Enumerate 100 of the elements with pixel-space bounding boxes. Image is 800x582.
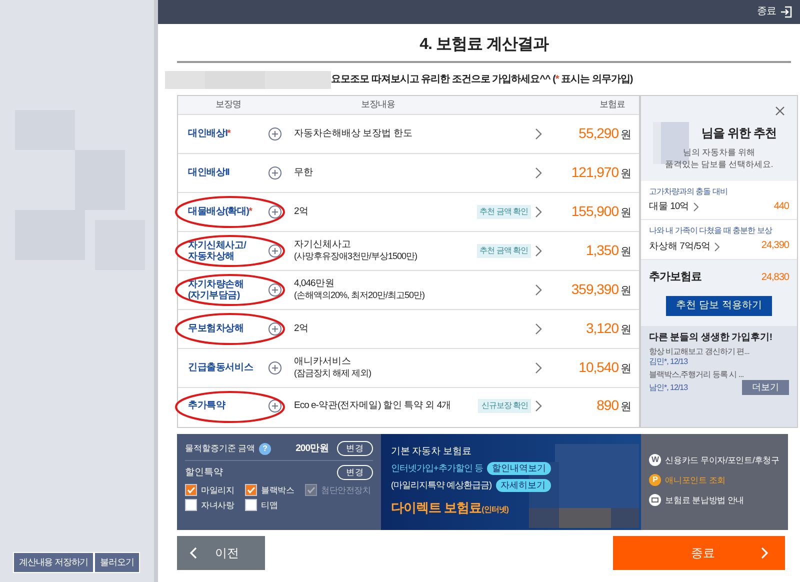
base-premium-label: 기본 자동차 보험료 (391, 446, 472, 458)
coverage-name: 무보험차상해 (187, 323, 245, 335)
more-button[interactable]: 더보기 (742, 380, 789, 396)
premium-amount: 10,540 (578, 359, 618, 376)
currency-unit: 원 (620, 400, 631, 413)
page-title: 4. 보험료 계산결과 (177, 24, 791, 63)
review-text[interactable]: 항상 비교해보고 갱신하기 편... (649, 347, 789, 358)
chevron-right-icon (761, 547, 769, 559)
change-button[interactable]: 변경 (337, 441, 373, 456)
coverage-detail: 2억 (294, 206, 310, 218)
premium-amount: 1,350 (586, 242, 618, 258)
recommend-option[interactable]: 차상해 7억/5억 (649, 240, 710, 252)
currency-unit: 원 (620, 246, 631, 258)
currency-unit: 원 (620, 363, 631, 376)
add-icon[interactable] (268, 166, 282, 180)
recommend-reason: 나와 내 가족이 다쳤을 때 충분한 보상 (649, 226, 774, 236)
checkbox[interactable] (185, 484, 197, 496)
coverage-detail: 2억 (294, 323, 310, 335)
add-icon[interactable] (268, 205, 282, 219)
recommend-subtitle: 님의 자동차를 위해 품격있는 담보를 선택하세요. (665, 147, 773, 171)
coin-icon[interactable]: W (649, 454, 661, 466)
load-button[interactable]: 불러오기 (94, 552, 140, 573)
chevron-right-icon[interactable] (535, 206, 542, 218)
extra-premium-label: 추가보험료 (649, 270, 702, 285)
refund-text: (마일리지특약 예상환급금) (391, 480, 492, 491)
chevron-right-icon[interactable] (535, 167, 542, 179)
checkbox-label[interactable]: 마일리지 (201, 484, 234, 496)
column-header: 보장내용 (360, 99, 396, 111)
extra-premium-amount: 24,830 (761, 272, 789, 284)
info-link[interactable]: 신용카드 무이자/포인트/후청구 (665, 454, 780, 466)
recommend-amount: 24,390 (761, 240, 789, 253)
notice-text: 요모조모 따져보시고 유리한 조건으로 가입하세요^^ (* 표시는 의무가입) (331, 74, 633, 86)
chevron-right-icon[interactable] (535, 284, 542, 296)
review-author: 남인*, 12/13 (649, 382, 688, 393)
add-icon[interactable] (268, 361, 282, 375)
chevron-right-icon[interactable] (535, 400, 542, 412)
recommend-tag[interactable]: 추천 금액 확인 (476, 244, 531, 258)
recommend-amount: 440 (774, 200, 789, 214)
coverage-name: 자기신체사고/ 자동차상해 (187, 240, 248, 262)
change-button[interactable]: 변경 (337, 465, 373, 480)
coverage-name: 추가특약 (187, 400, 226, 412)
chevron-right-icon (714, 242, 720, 252)
checkbox[interactable] (245, 499, 257, 511)
review-author: 김민*, 12/13 (649, 357, 688, 368)
previous-button[interactable]: 이전 (177, 536, 265, 570)
currency-unit: 원 (620, 207, 631, 220)
recommend-reason: 고가차량과의 충돌 대비 (649, 186, 728, 197)
discount-text: 인터넷가입+추가할인 등 (391, 462, 483, 474)
recommend-tag[interactable]: 신규보장 확인 (478, 398, 531, 412)
coverage-detail: 4,046만원 (손해액의20%, 최저20만/최고50만) (294, 278, 426, 302)
column-header: 보장명 (214, 99, 242, 111)
currency-unit: 원 (620, 129, 631, 142)
checkbox-label[interactable]: 블랙박스 (261, 484, 294, 496)
coverage-detail: 자기신체사고 (사망후유장애3천만/부상1500만) (294, 239, 418, 263)
save-button[interactable]: 계산내용 저장하기 (13, 552, 94, 573)
coverage-name: 대인배상II (187, 167, 230, 179)
add-icon[interactable] (268, 283, 282, 297)
discount-label: 할인특약 (185, 466, 223, 478)
base-amount-value: 200만원 (296, 442, 329, 454)
coverage-detail: Eco e-약관(전자메일) 할인 특약 외 4개 (294, 400, 452, 412)
currency-unit: 원 (620, 168, 631, 180)
chevron-right-icon[interactable] (535, 245, 542, 257)
info-link[interactable]: 보험료 분납방법 안내 (665, 494, 744, 506)
checkbox[interactable] (245, 484, 257, 496)
column-header: 보험료 (600, 99, 626, 111)
add-icon[interactable] (268, 244, 282, 258)
direct-premium-label: 다이렉트 보험료(인터넷) (391, 500, 510, 516)
chevron-right-icon[interactable] (535, 323, 542, 335)
premium-amount: 359,390 (571, 281, 618, 298)
finish-button[interactable]: 종료 (613, 536, 785, 570)
recommend-title: 님을 위한 추천 (700, 126, 776, 141)
checkbox-label[interactable]: 티맵 (261, 500, 278, 510)
exit-icon[interactable] (780, 6, 792, 18)
chevron-right-icon[interactable] (535, 362, 542, 374)
recommend-tag[interactable]: 추천 금액 확인 (476, 205, 531, 219)
close-label[interactable]: 종료 (757, 6, 776, 18)
coverage-name: 자기차량손해 (자기부담금) (187, 278, 245, 302)
card-icon[interactable] (649, 494, 661, 506)
coverage-name: 대물배상(확대)* (187, 206, 254, 218)
review-text[interactable]: 블랙박스,주행거리 등록 시 ... (649, 370, 789, 380)
recommend-option[interactable]: 대물 10억 (649, 201, 690, 213)
add-icon[interactable] (268, 322, 282, 336)
premium-amount: 155,900 (571, 203, 618, 220)
premium-amount: 890 (596, 396, 618, 413)
reviews-title: 다른 분들의 생생한 가입후기! (649, 332, 774, 344)
chevron-right-icon[interactable] (535, 128, 542, 140)
coverage-name: 대인배상I* (187, 128, 232, 140)
add-icon[interactable] (268, 398, 282, 412)
refund-detail-button[interactable]: 자세히보기 (496, 478, 550, 492)
checkbox-label: 첨단안전장치 (321, 484, 371, 496)
checkbox[interactable] (185, 499, 197, 511)
add-icon[interactable] (268, 127, 282, 141)
discount-detail-button[interactable]: 할인내역보기 (486, 462, 551, 475)
close-icon[interactable] (775, 106, 785, 116)
base-amount-label: 물적할증기준 금액 (185, 443, 255, 454)
checkbox-label[interactable]: 자녀사랑 (201, 500, 234, 510)
premium-amount: 3,120 (586, 320, 618, 336)
chevron-left-icon (189, 547, 197, 559)
currency-unit: 원 (620, 324, 631, 336)
apply-button[interactable]: 추천 담보 적용하기 (666, 296, 772, 316)
